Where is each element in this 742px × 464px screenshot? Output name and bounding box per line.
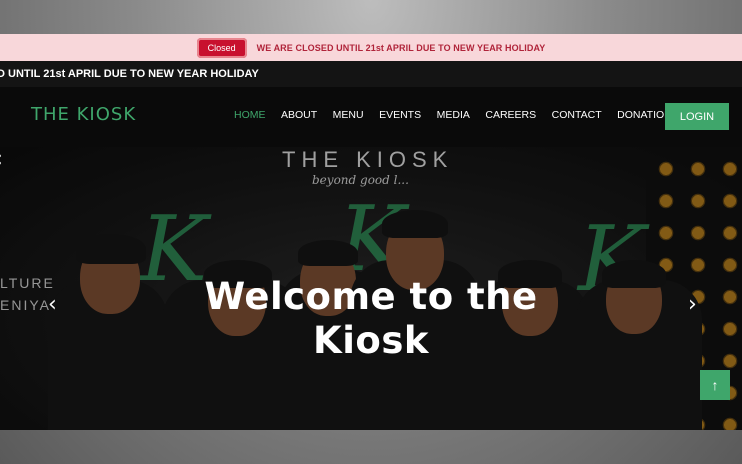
nav-links: HOME ABOUT MENU EVENTS MEDIA CAREERS CON… [234, 109, 694, 121]
edge-chevron-left-icon: ‹ [0, 147, 3, 172]
closed-badge: Closed [196, 37, 247, 58]
closure-notice-bar: Closed WE ARE CLOSED UNTIL 21st APRIL DU… [0, 34, 742, 61]
nav-link-media[interactable]: MEDIA [437, 109, 470, 121]
main-navbar: THE KIOSK HOME ABOUT MENU EVENTS MEDIA C… [0, 87, 742, 147]
nav-link-home[interactable]: HOME [234, 109, 266, 121]
closure-notice-text: WE ARE CLOSED UNTIL 21st APRIL DUE TO NE… [256, 42, 546, 53]
nav-link-events[interactable]: EVENTS [379, 109, 421, 121]
ticker-text: D UNTIL 21st APRIL DUE TO NEW YEAR HOLID… [0, 68, 259, 80]
nav-link-careers[interactable]: CAREERS [485, 109, 536, 121]
arrow-up-icon: ↑ [711, 377, 719, 393]
brand-logo[interactable]: THE KIOSK [31, 104, 136, 125]
login-button[interactable]: LOGIN [665, 103, 729, 130]
announcement-ticker: D UNTIL 21st APRIL DUE TO NEW YEAR HOLID… [0, 61, 742, 87]
hero-title: Welcome to the Kiosk [0, 275, 742, 363]
scroll-to-top-button[interactable]: ↑ [700, 370, 730, 400]
nav-link-about[interactable]: ABOUT [281, 109, 317, 121]
hero-title-line-1: Welcome to the [204, 275, 538, 318]
hero-carousel: K K K LTURE ENIYA THE KIOSK beyond good … [0, 147, 742, 430]
hero-title-line-2: Kiosk [313, 319, 429, 362]
nav-link-menu[interactable]: MENU [333, 109, 364, 121]
nav-link-contact[interactable]: CONTACT [552, 109, 602, 121]
